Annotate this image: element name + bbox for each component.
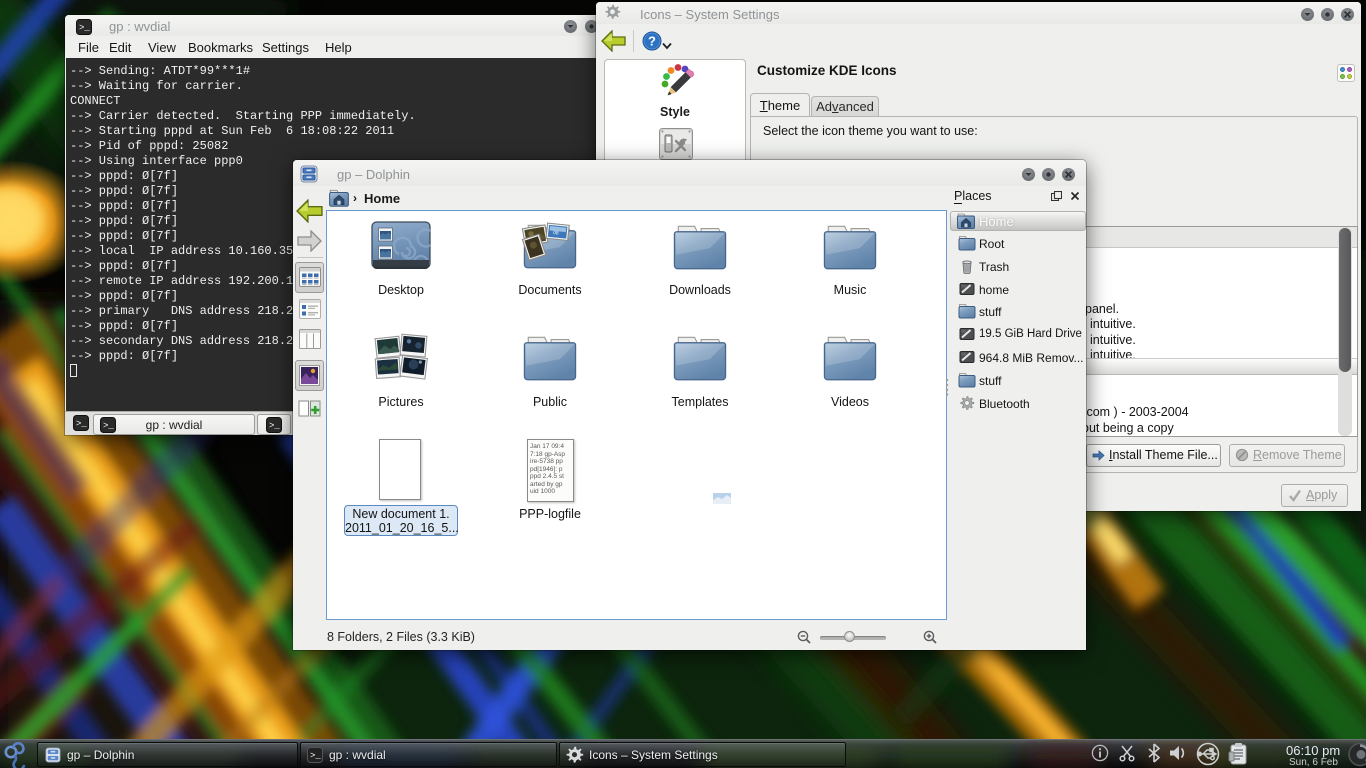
svg-text:>_: >_ [310,751,321,761]
svg-text:>_: >_ [76,419,87,429]
svg-text:>_: >_ [269,421,280,431]
svg-text:?: ? [648,34,656,49]
svg-text:>_: >_ [79,23,90,33]
